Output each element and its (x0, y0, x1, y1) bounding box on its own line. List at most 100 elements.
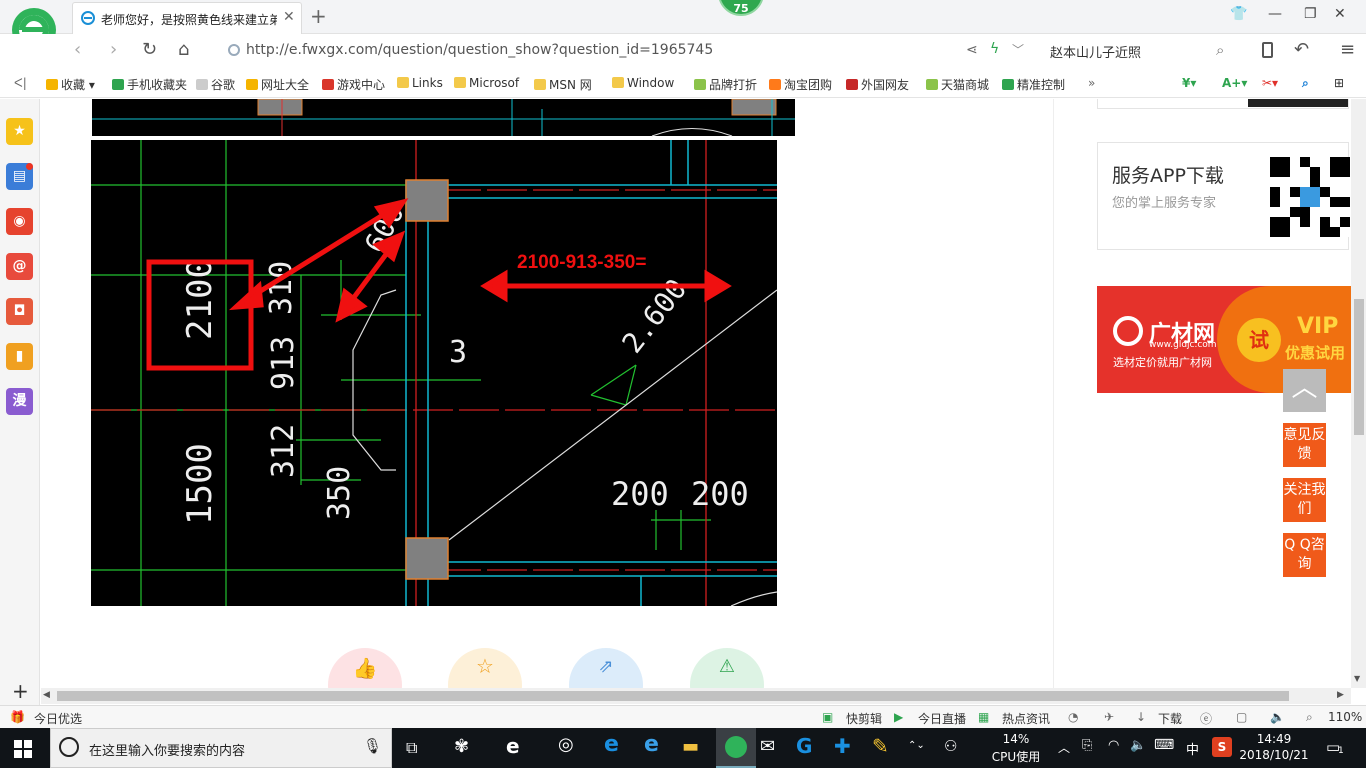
bookmark-item[interactable]: 外国网友 (846, 76, 909, 93)
game-icon[interactable]: ◘ (6, 298, 33, 325)
notes-app-icon[interactable]: ✎ (872, 734, 889, 758)
bookmark-item[interactable]: 网址大全 (246, 76, 309, 93)
scroll-right-icon[interactable]: ▶ (1337, 690, 1344, 700)
comic-icon[interactable]: 漫 (6, 388, 33, 415)
ie-mode-icon[interactable]: ⓔ (1200, 710, 1212, 727)
apps-grid-icon[interactable]: ⊞ (1334, 76, 1344, 90)
scroll-down-icon[interactable]: ▼ (1354, 674, 1360, 683)
taskbar-search-box[interactable]: 在这里输入你要搜索的内容 🎙 (50, 728, 392, 768)
mail-icon[interactable]: @ (6, 253, 33, 280)
bookmark-item[interactable]: 游戏中心 (322, 76, 385, 93)
restore-icon[interactable]: ❐ (1304, 6, 1317, 22)
sogou-ime-icon[interactable]: S (1212, 737, 1232, 757)
magnifier-icon[interactable]: ⌕ (1302, 76, 1309, 91)
live-link[interactable]: 今日直播 (918, 710, 966, 727)
app-download-box[interactable]: 服务APP下载 您的掌上服务专家 (1097, 142, 1350, 250)
vertical-scrollbar[interactable]: ▼ (1351, 99, 1366, 688)
bookmark-item[interactable]: 精准控制 (1002, 76, 1065, 93)
translate-icon[interactable]: A+▾ (1222, 76, 1247, 90)
speed-icon[interactable]: ◔ (1068, 710, 1078, 724)
browser-tab[interactable]: 老师您好，是按照黄色线来建立弟 ✕ (72, 2, 302, 34)
minimize-icon[interactable]: — (1268, 6, 1282, 22)
clock-date[interactable]: 2018/10/21 (1238, 748, 1310, 762)
more-bookmarks-icon[interactable]: » (1088, 76, 1095, 90)
plus-app-icon[interactable]: ✚ (834, 734, 851, 758)
follow-us-button[interactable]: 关注我们 (1283, 478, 1326, 522)
yen-icon[interactable]: ¥▾ (1182, 76, 1196, 90)
back-icon[interactable]: ‹ (74, 39, 81, 60)
undo-icon[interactable]: ↶ (1294, 39, 1309, 60)
forward-icon[interactable]: › (110, 39, 117, 60)
file-explorer-icon[interactable]: ▬ (682, 736, 699, 757)
keyboard-icon[interactable]: ⌨ (1154, 737, 1174, 753)
search-input[interactable]: 赵本山儿子近照 (1050, 42, 1141, 61)
sidebar-toggle-icon[interactable]: ᐸ| (14, 76, 27, 90)
new-tab-icon[interactable]: + (310, 4, 327, 28)
phone-icon[interactable] (1262, 42, 1273, 58)
speaker-icon[interactable]: 🔈 (1130, 738, 1146, 753)
window-icon[interactable]: ▢ (1236, 710, 1247, 724)
ie-icon[interactable]: e (644, 732, 659, 757)
close-tab-icon[interactable]: ✕ (283, 9, 295, 25)
glodon-icon[interactable]: G (796, 734, 812, 758)
bookmark-item[interactable]: 品牌打折 (694, 76, 757, 93)
bookmark-item[interactable]: 天猫商城 (926, 76, 989, 93)
download-link[interactable]: 下载 (1158, 710, 1182, 727)
360-icon[interactable]: ◎ (558, 734, 574, 755)
ime-indicator[interactable]: 中 (1186, 739, 1199, 758)
scissors-icon[interactable]: ✂▾ (1262, 76, 1278, 90)
back-to-top-button[interactable]: ︿ (1283, 369, 1326, 412)
tray-up-icon[interactable]: ︿ (1058, 739, 1070, 756)
home-icon[interactable]: ⌂ (178, 39, 189, 60)
tray-device-icon[interactable]: ⎘ (1082, 738, 1092, 753)
like-button[interactable]: 👍 (328, 648, 402, 688)
share-button[interactable]: ⇗ (569, 648, 643, 688)
chevron-down-icon[interactable]: ﹀ (1012, 41, 1024, 58)
url-field[interactable]: http://e.fwxgx.com/question/question_sho… (246, 42, 713, 58)
download-icon[interactable]: ↓ (1136, 710, 1146, 724)
skin-icon[interactable]: 👕 (1230, 6, 1247, 22)
score-badge[interactable]: 75 (718, 0, 764, 16)
mail-icon[interactable]: ✉ (760, 736, 775, 757)
bookmark-item[interactable]: 谷歌 (196, 76, 235, 93)
edge-icon[interactable]: e (604, 732, 619, 757)
menu-icon[interactable]: ≡ (1340, 39, 1355, 60)
bookmark-item[interactable]: Microsof (454, 76, 519, 90)
fan-app-icon[interactable]: ✾ (454, 736, 469, 757)
report-button[interactable]: ⚠ (690, 648, 764, 688)
task-view-icon[interactable]: ⧉ (406, 738, 417, 758)
close-window-icon[interactable]: ✕ (1334, 6, 1346, 22)
feedback-button[interactable]: 意见反馈 (1283, 423, 1326, 467)
horizontal-scroll-thumb[interactable] (57, 691, 1289, 701)
bookmark-item[interactable]: Links (397, 76, 443, 90)
clock-time[interactable]: 14:49 (1244, 732, 1304, 746)
today-picks-link[interactable]: 今日优选 (34, 710, 82, 727)
pin-icon[interactable]: ✈ (1104, 710, 1114, 724)
bookmark-item[interactable]: 手机收藏夹 (112, 76, 187, 93)
bookmark-item[interactable]: 淘宝团购 (769, 76, 832, 93)
bookmark-item[interactable]: Window (612, 76, 674, 90)
scroll-left-icon[interactable]: ◀ (43, 690, 50, 700)
wifi-icon[interactable]: ◠ (1108, 738, 1119, 753)
hot-news-link[interactable]: 热点资讯 (1002, 710, 1050, 727)
favorite-button[interactable]: ☆ (448, 648, 522, 688)
people-icon[interactable]: ⚇ (944, 737, 957, 755)
bookmark-item[interactable]: 收藏 ▾ (46, 76, 95, 93)
weibo-icon[interactable]: ◉ (6, 208, 33, 235)
windows-start-icon[interactable] (14, 740, 32, 758)
star-icon[interactable]: ★ (6, 118, 33, 145)
zoom-level[interactable]: 110% (1328, 710, 1362, 724)
add-icon[interactable]: + (12, 679, 29, 703)
microphone-icon[interactable]: 🎙 (363, 737, 382, 755)
volume-icon[interactable]: 🔈 (1270, 710, 1285, 724)
overflow-arrows-icon[interactable]: ⌃⌄ (908, 740, 925, 751)
vertical-scroll-thumb[interactable] (1354, 299, 1364, 435)
taskbar-active-browser[interactable] (716, 728, 756, 768)
qq-consult-button[interactable]: Q Q咨询 (1283, 533, 1326, 577)
search-icon[interactable]: ⌕ (1216, 41, 1224, 59)
note-icon[interactable]: ▮ (6, 343, 33, 370)
zoom-icon[interactable]: ⌕ (1306, 710, 1313, 725)
quick-cut-link[interactable]: 快剪辑 (846, 710, 882, 727)
lightning-icon[interactable]: ϟ (990, 41, 999, 57)
browser-e-icon[interactable]: e (506, 734, 520, 758)
